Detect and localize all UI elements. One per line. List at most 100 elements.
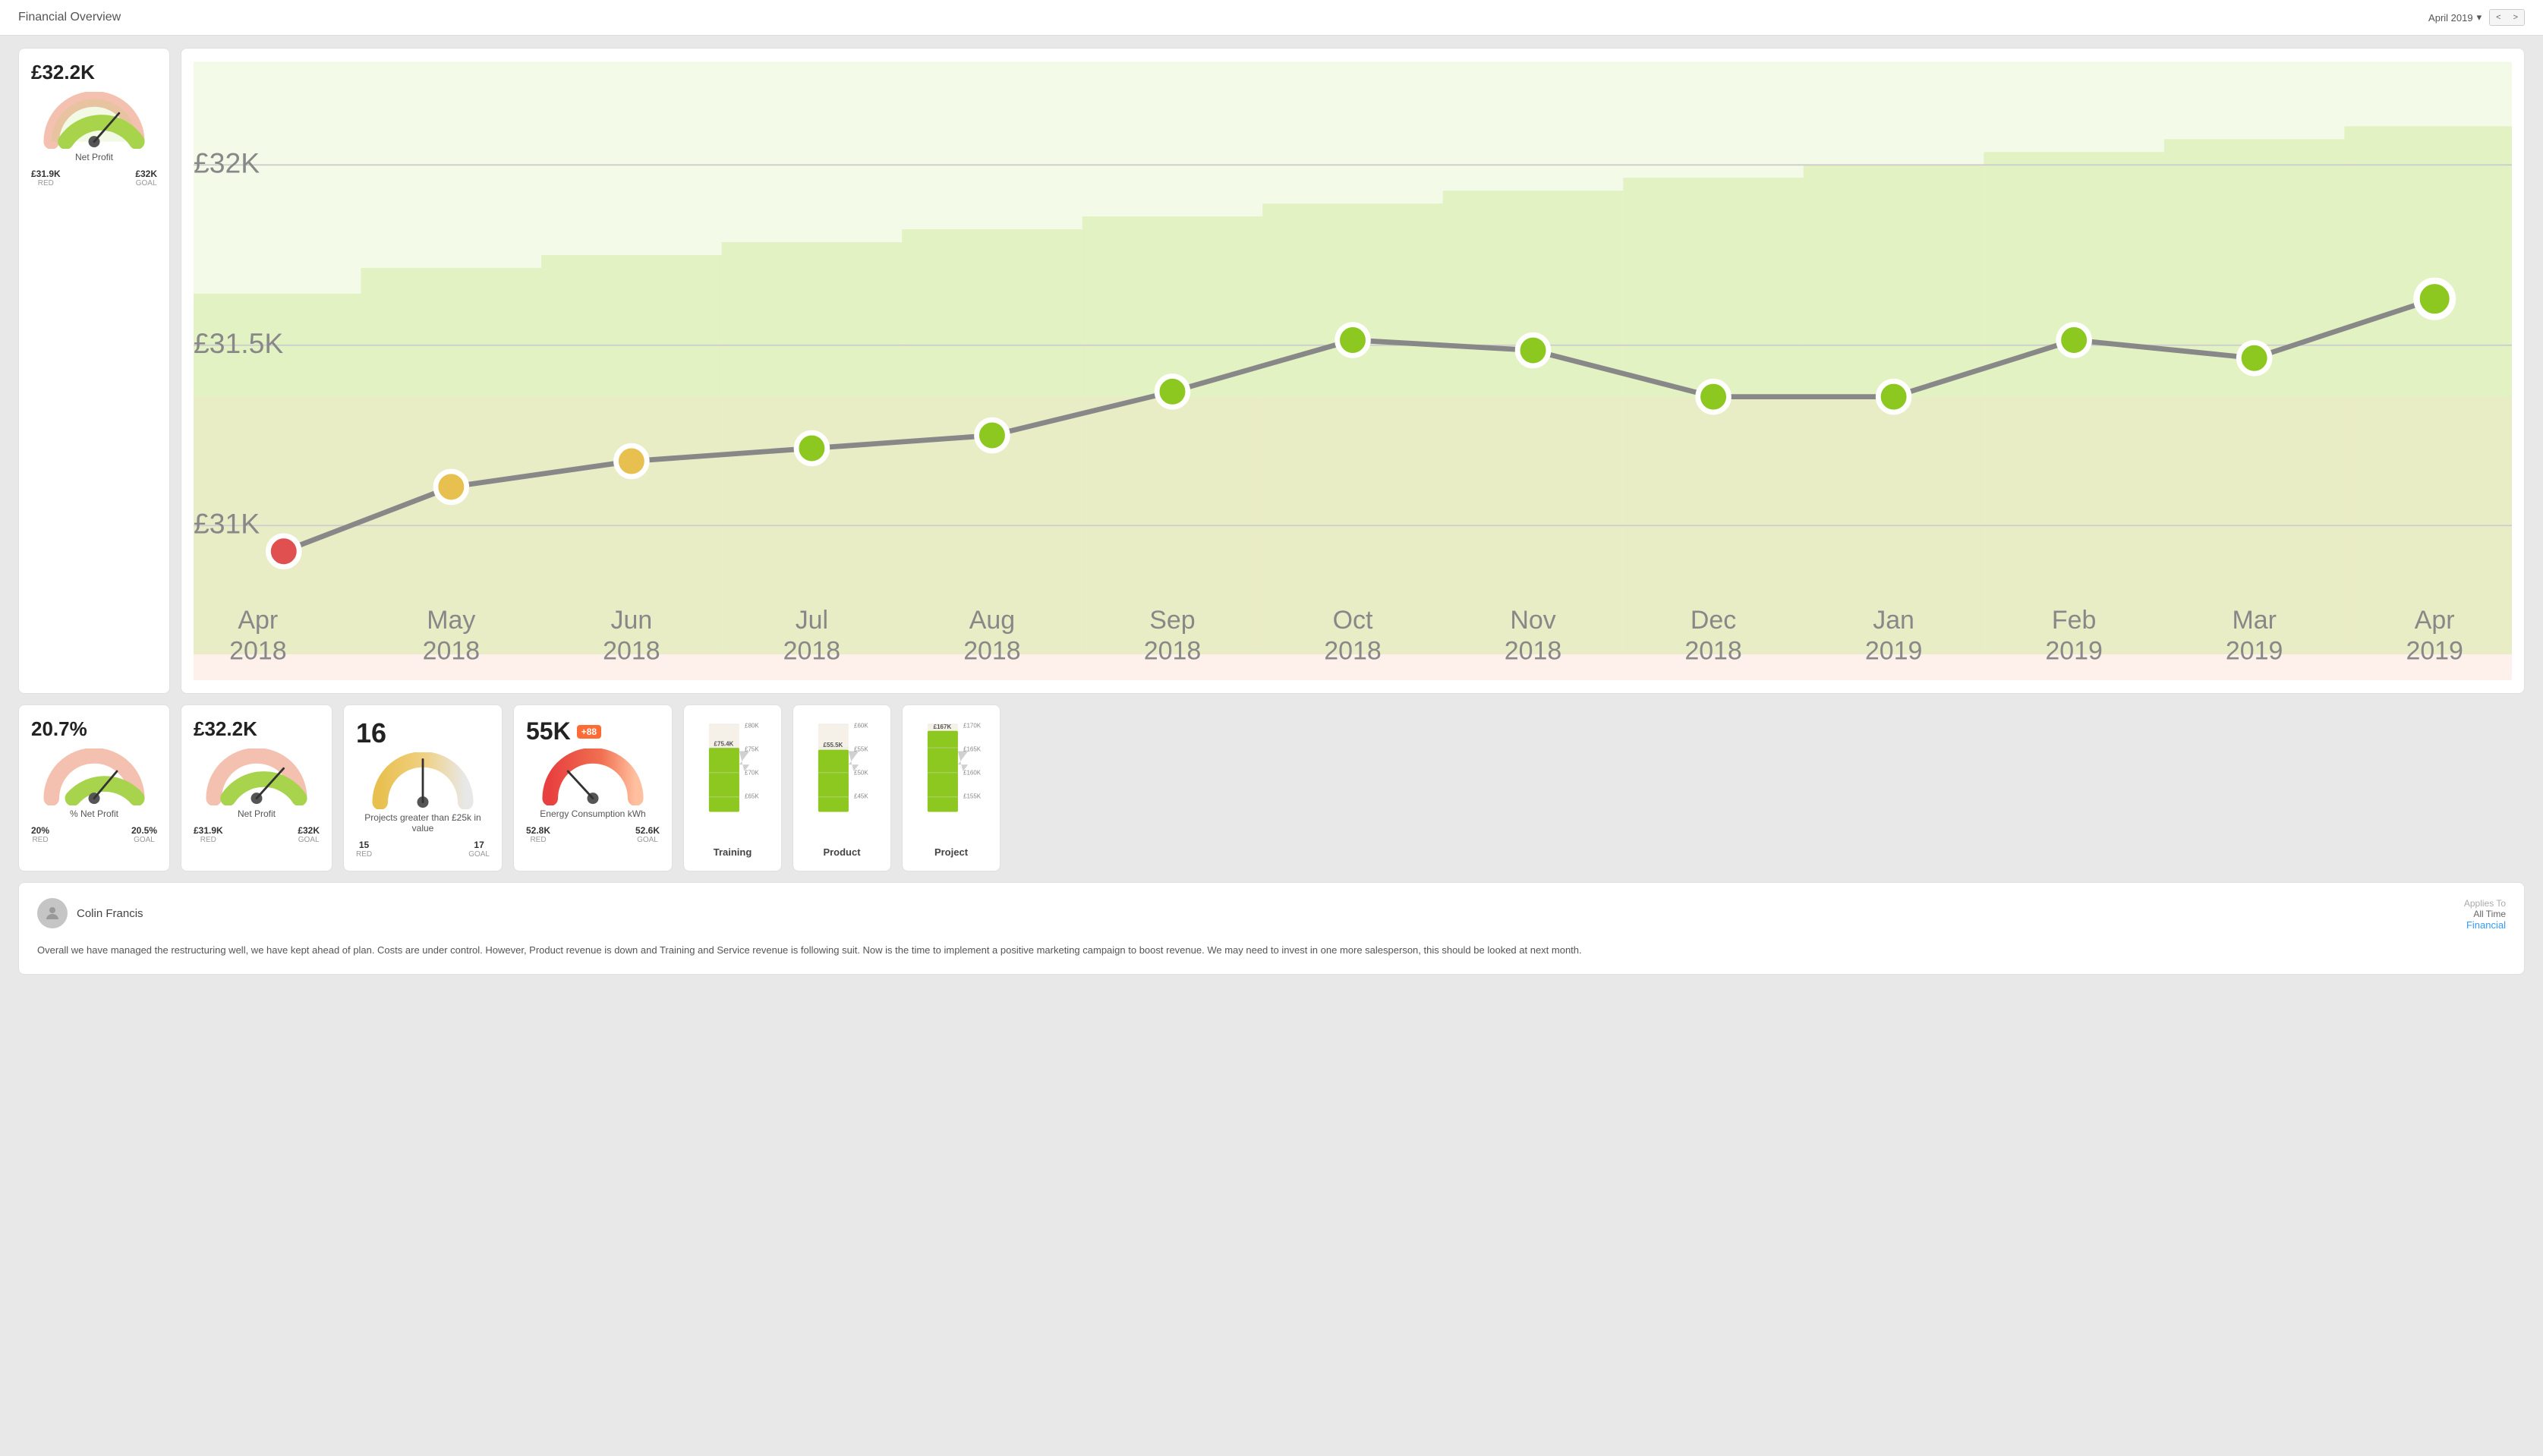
svg-text:£155K: £155K (963, 793, 982, 800)
net-profit-gauge (41, 92, 147, 149)
svg-text:£50K: £50K (854, 770, 868, 777)
svg-text:£32K: £32K (194, 147, 260, 178)
net-profit-label: Net Profit (75, 152, 113, 162)
gauge-svg (41, 92, 147, 149)
app-header: Financial Overview April 2019 ▾ < > (0, 0, 2543, 36)
svg-text:£45K: £45K (854, 793, 868, 800)
user-name: Colin Francis (77, 907, 143, 920)
svg-text:2018: 2018 (1684, 637, 1741, 666)
nav-prev-button[interactable]: < (2490, 10, 2507, 25)
svg-text:2018: 2018 (1505, 637, 1561, 666)
comment-section: Colin Francis Applies To All Time Financ… (18, 882, 2525, 975)
svg-text:2018: 2018 (1144, 637, 1201, 666)
date-selector[interactable]: April 2019 ▾ (2428, 11, 2482, 24)
projects-metrics: 15 RED 17 GOAL (356, 840, 490, 859)
svg-text:£65K: £65K (745, 793, 759, 800)
svg-text:Jul: Jul (796, 606, 828, 635)
net-profit-goal-metric: £32K GOAL (135, 169, 157, 188)
bottom-row: 20.7% % Net Profit 20% RED 20.5% GOAL (18, 704, 2525, 871)
project-bar-chart: £170K £165K £160K £155K £167K (917, 717, 985, 839)
svg-text:Feb: Feb (2052, 606, 2096, 635)
line-chart-card: £32K £31.5K £31K (181, 48, 2525, 694)
net-profit-red-metric: £31.9K RED (31, 169, 61, 188)
svg-text:2018: 2018 (783, 637, 840, 666)
project-label: Project (934, 846, 968, 858)
svg-text:May: May (427, 606, 475, 635)
net-profit2-metrics: £31.9K RED £32K GOAL (194, 825, 320, 844)
svg-text:£75.4K: £75.4K (714, 741, 734, 748)
projects-gauge (370, 752, 476, 809)
projects-card: 16 Projects greater than (343, 704, 503, 871)
svg-text:£170K: £170K (963, 723, 982, 730)
net-profit-goal-label: GOAL (136, 179, 157, 188)
svg-text:Dec: Dec (1691, 606, 1736, 635)
net-profit-red-label: RED (38, 179, 54, 188)
pct-net-profit-metrics: 20% RED 20.5% GOAL (31, 825, 157, 844)
net-profit2-card: £32.2K Net Profit £31.9K RED £32K GOAL (181, 704, 332, 871)
energy-label: Energy Consumption kWh (540, 808, 645, 819)
svg-text:Nov: Nov (1510, 606, 1555, 635)
svg-text:£55.5K: £55.5K (824, 742, 843, 749)
main-content: £32.2K Net Profit £31.9K (0, 36, 2543, 987)
training-card: £80K £75K £70K £65K £75.4K Tr (683, 704, 782, 871)
svg-text:£70K: £70K (745, 770, 759, 777)
applies-link[interactable]: Financial (2464, 919, 2506, 931)
avatar (37, 898, 68, 928)
net-profit2-gauge (203, 748, 310, 805)
svg-text:2018: 2018 (423, 637, 480, 666)
svg-text:£80K: £80K (745, 723, 759, 730)
comment-header: Colin Francis Applies To All Time Financ… (37, 898, 2506, 931)
net-profit2-label: Net Profit (238, 808, 276, 819)
svg-text:2019: 2019 (2406, 637, 2463, 666)
energy-metrics: 52.8K RED 52.6K GOAL (526, 825, 660, 844)
net-profit-goal-value: £32K (135, 169, 157, 179)
page-title: Financial Overview (18, 11, 121, 24)
comment-text: Overall we have managed the restructurin… (37, 943, 2506, 959)
applies-label: Applies To (2464, 898, 2506, 909)
svg-text:2018: 2018 (603, 637, 660, 666)
user-info: Colin Francis (37, 898, 143, 928)
svg-text:2018: 2018 (1324, 637, 1381, 666)
svg-text:£167K: £167K (934, 724, 952, 731)
applies-time: All Time (2464, 909, 2506, 919)
net-profit-red-value: £31.9K (31, 169, 61, 179)
svg-text:2018: 2018 (963, 637, 1020, 666)
svg-text:£160K: £160K (963, 770, 982, 777)
net-profit2-value: £32.2K (194, 717, 257, 741)
top-row: £32.2K Net Profit £31.9K (18, 48, 2525, 694)
svg-text:2019: 2019 (1865, 637, 1922, 666)
svg-text:£31K: £31K (194, 507, 260, 539)
nav-arrows: < > (2489, 9, 2525, 26)
product-card: £60K £55K £50K £45K £55.5K Product (793, 704, 891, 871)
energy-badge: +88 (577, 725, 601, 739)
line-chart-svg: £32K £31.5K £31K (194, 61, 2512, 681)
training-label: Training (714, 846, 752, 858)
svg-text:Sep: Sep (1149, 606, 1195, 635)
chevron-down-icon: ▾ (2477, 11, 2482, 24)
pct-net-profit-label: % Net Profit (70, 808, 118, 819)
svg-text:2019: 2019 (2226, 637, 2283, 666)
svg-text:Apr: Apr (2415, 606, 2455, 635)
svg-text:Jun: Jun (611, 606, 653, 635)
svg-text:Oct: Oct (1333, 606, 1373, 635)
net-profit-kpi-card: £32.2K Net Profit £31.9K (18, 48, 170, 694)
pct-net-profit-card: 20.7% % Net Profit 20% RED 20.5% GOAL (18, 704, 170, 871)
svg-text:Aug: Aug (969, 606, 1015, 635)
pct-net-profit-value: 20.7% (31, 717, 87, 741)
applies-to: Applies To All Time Financial (2464, 898, 2506, 931)
date-label: April 2019 (2428, 12, 2473, 24)
net-profit-metrics: £31.9K RED £32K GOAL (31, 169, 157, 188)
training-bar-chart: £80K £75K £70K £65K £75.4K (698, 717, 767, 839)
nav-next-button[interactable]: > (2507, 10, 2524, 25)
header-controls: April 2019 ▾ < > (2428, 9, 2525, 26)
energy-card: 55K +88 Energy Consum (513, 704, 673, 871)
energy-value: 55K (526, 717, 571, 745)
svg-text:£60K: £60K (854, 723, 868, 730)
project-card: £170K £165K £160K £155K £167K Project (902, 704, 1000, 871)
svg-text:Apr: Apr (238, 606, 278, 635)
svg-text:Jan: Jan (1873, 606, 1914, 635)
svg-text:2018: 2018 (229, 637, 286, 666)
product-bar-chart: £60K £55K £50K £45K £55.5K (808, 717, 876, 839)
net-profit-value: £32.2K (31, 61, 95, 84)
projects-label: Projects greater than £25k in value (356, 812, 490, 834)
